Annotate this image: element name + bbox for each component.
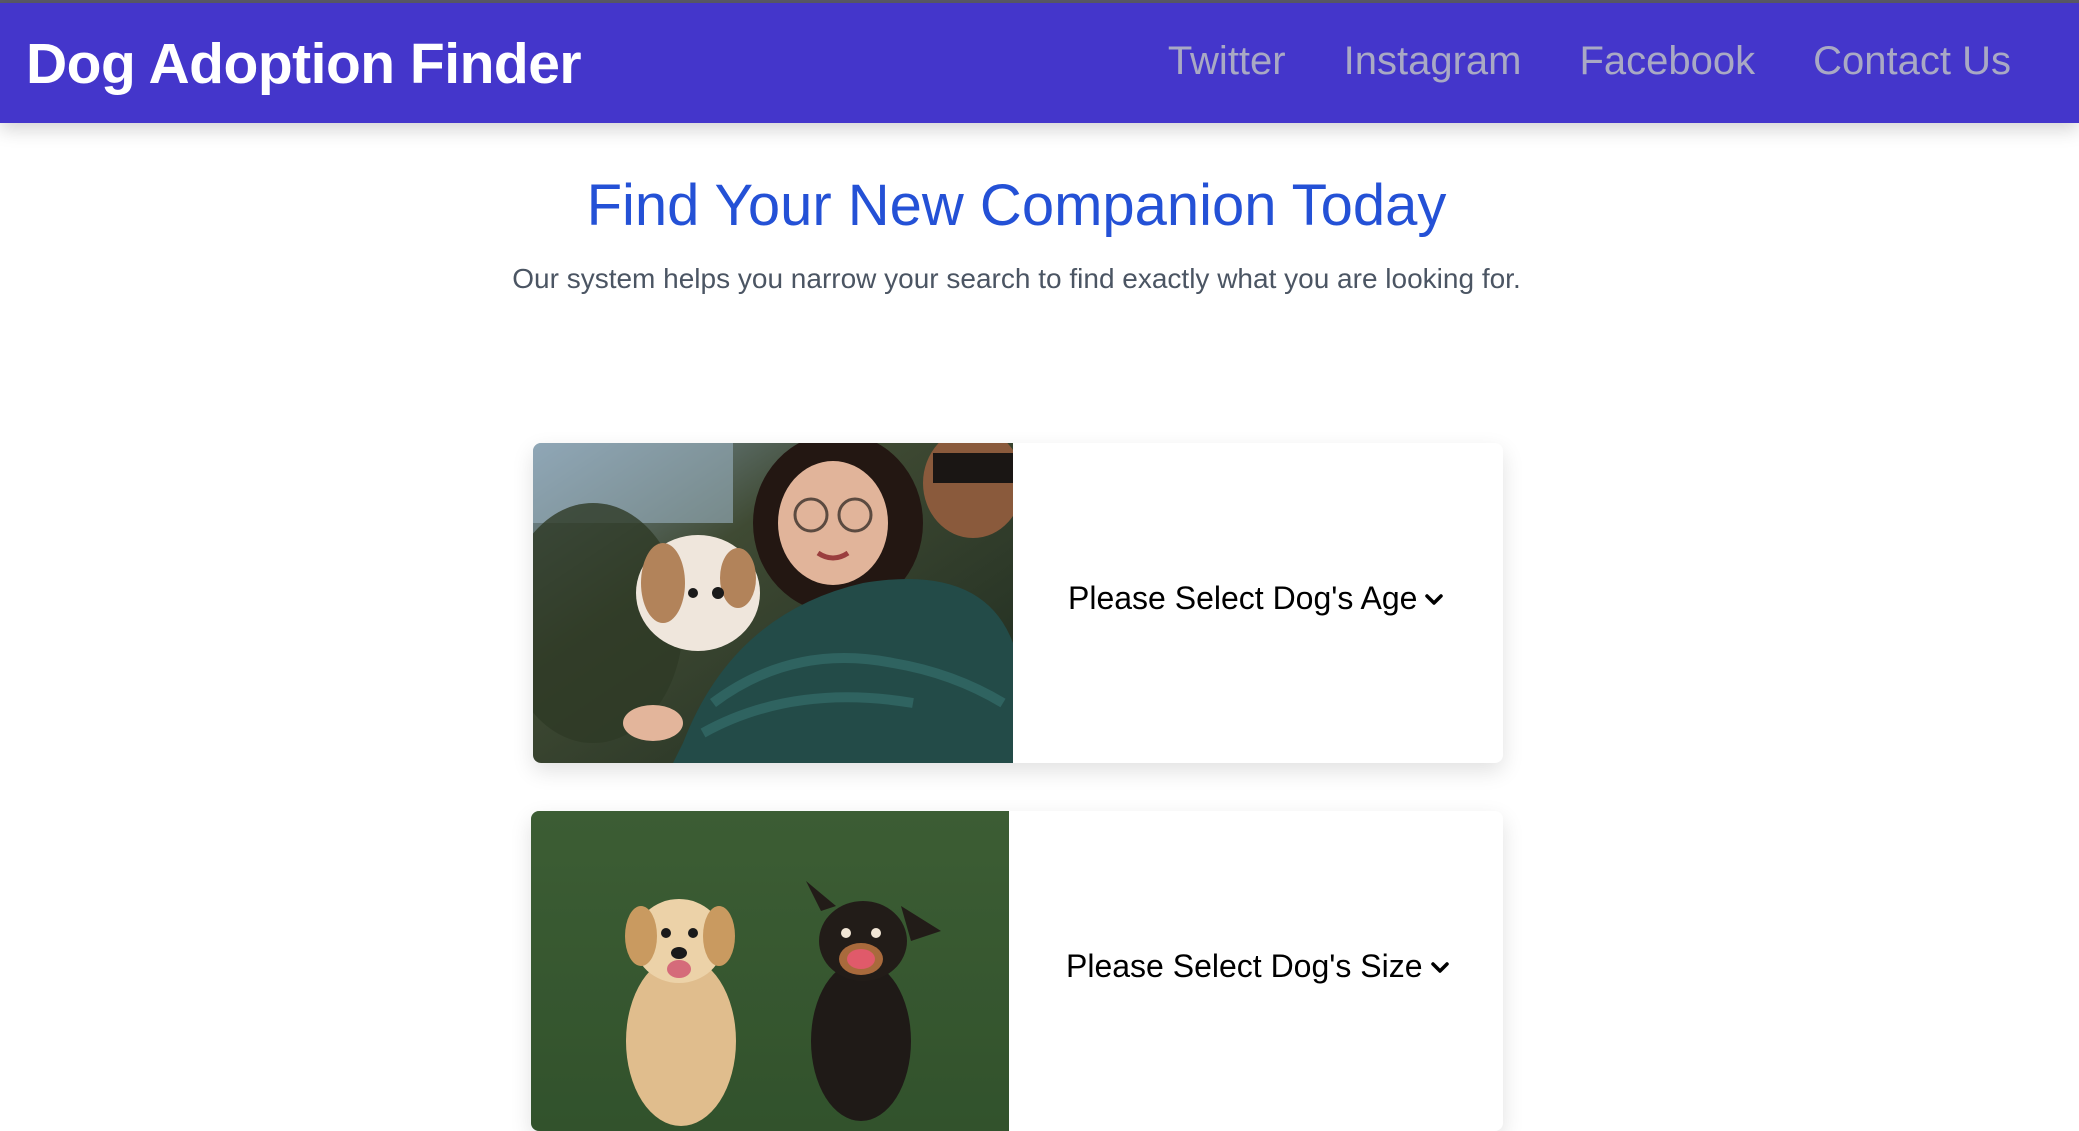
chevron-down-icon xyxy=(1430,961,1449,973)
size-select-label: Please Select Dog's Size xyxy=(1066,948,1423,984)
brand-title[interactable]: Dog Adoption Finder xyxy=(26,31,582,97)
age-filter-card: Please Select Dog's Age xyxy=(533,443,1503,763)
couple-with-dog-image xyxy=(533,443,1013,763)
size-filter-card: Please Select Dog's Size xyxy=(531,811,1503,1131)
chevron-down-icon xyxy=(1425,593,1444,605)
age-select[interactable]: Please Select Dog's Age xyxy=(1068,580,1445,617)
nav-link-twitter[interactable]: Twitter xyxy=(1168,39,1286,84)
nav-link-instagram[interactable]: Instagram xyxy=(1344,39,1522,84)
age-select-label: Please Select Dog's Age xyxy=(1068,580,1418,616)
nav-link-facebook[interactable]: Facebook xyxy=(1579,39,1755,84)
nav-link-contact-us[interactable]: Contact Us xyxy=(1813,39,2011,84)
two-dogs-on-grass-image xyxy=(531,811,1009,1131)
navbar: Dog Adoption Finder Twitter Instagram Fa… xyxy=(0,3,2079,123)
size-select[interactable]: Please Select Dog's Size xyxy=(1066,948,1451,985)
nav-links: Twitter Instagram Facebook Contact Us xyxy=(1168,39,2011,84)
page-title: Find Your New Companion Today xyxy=(586,173,1447,238)
page-subtitle: Our system helps you narrow your search … xyxy=(512,263,1521,294)
